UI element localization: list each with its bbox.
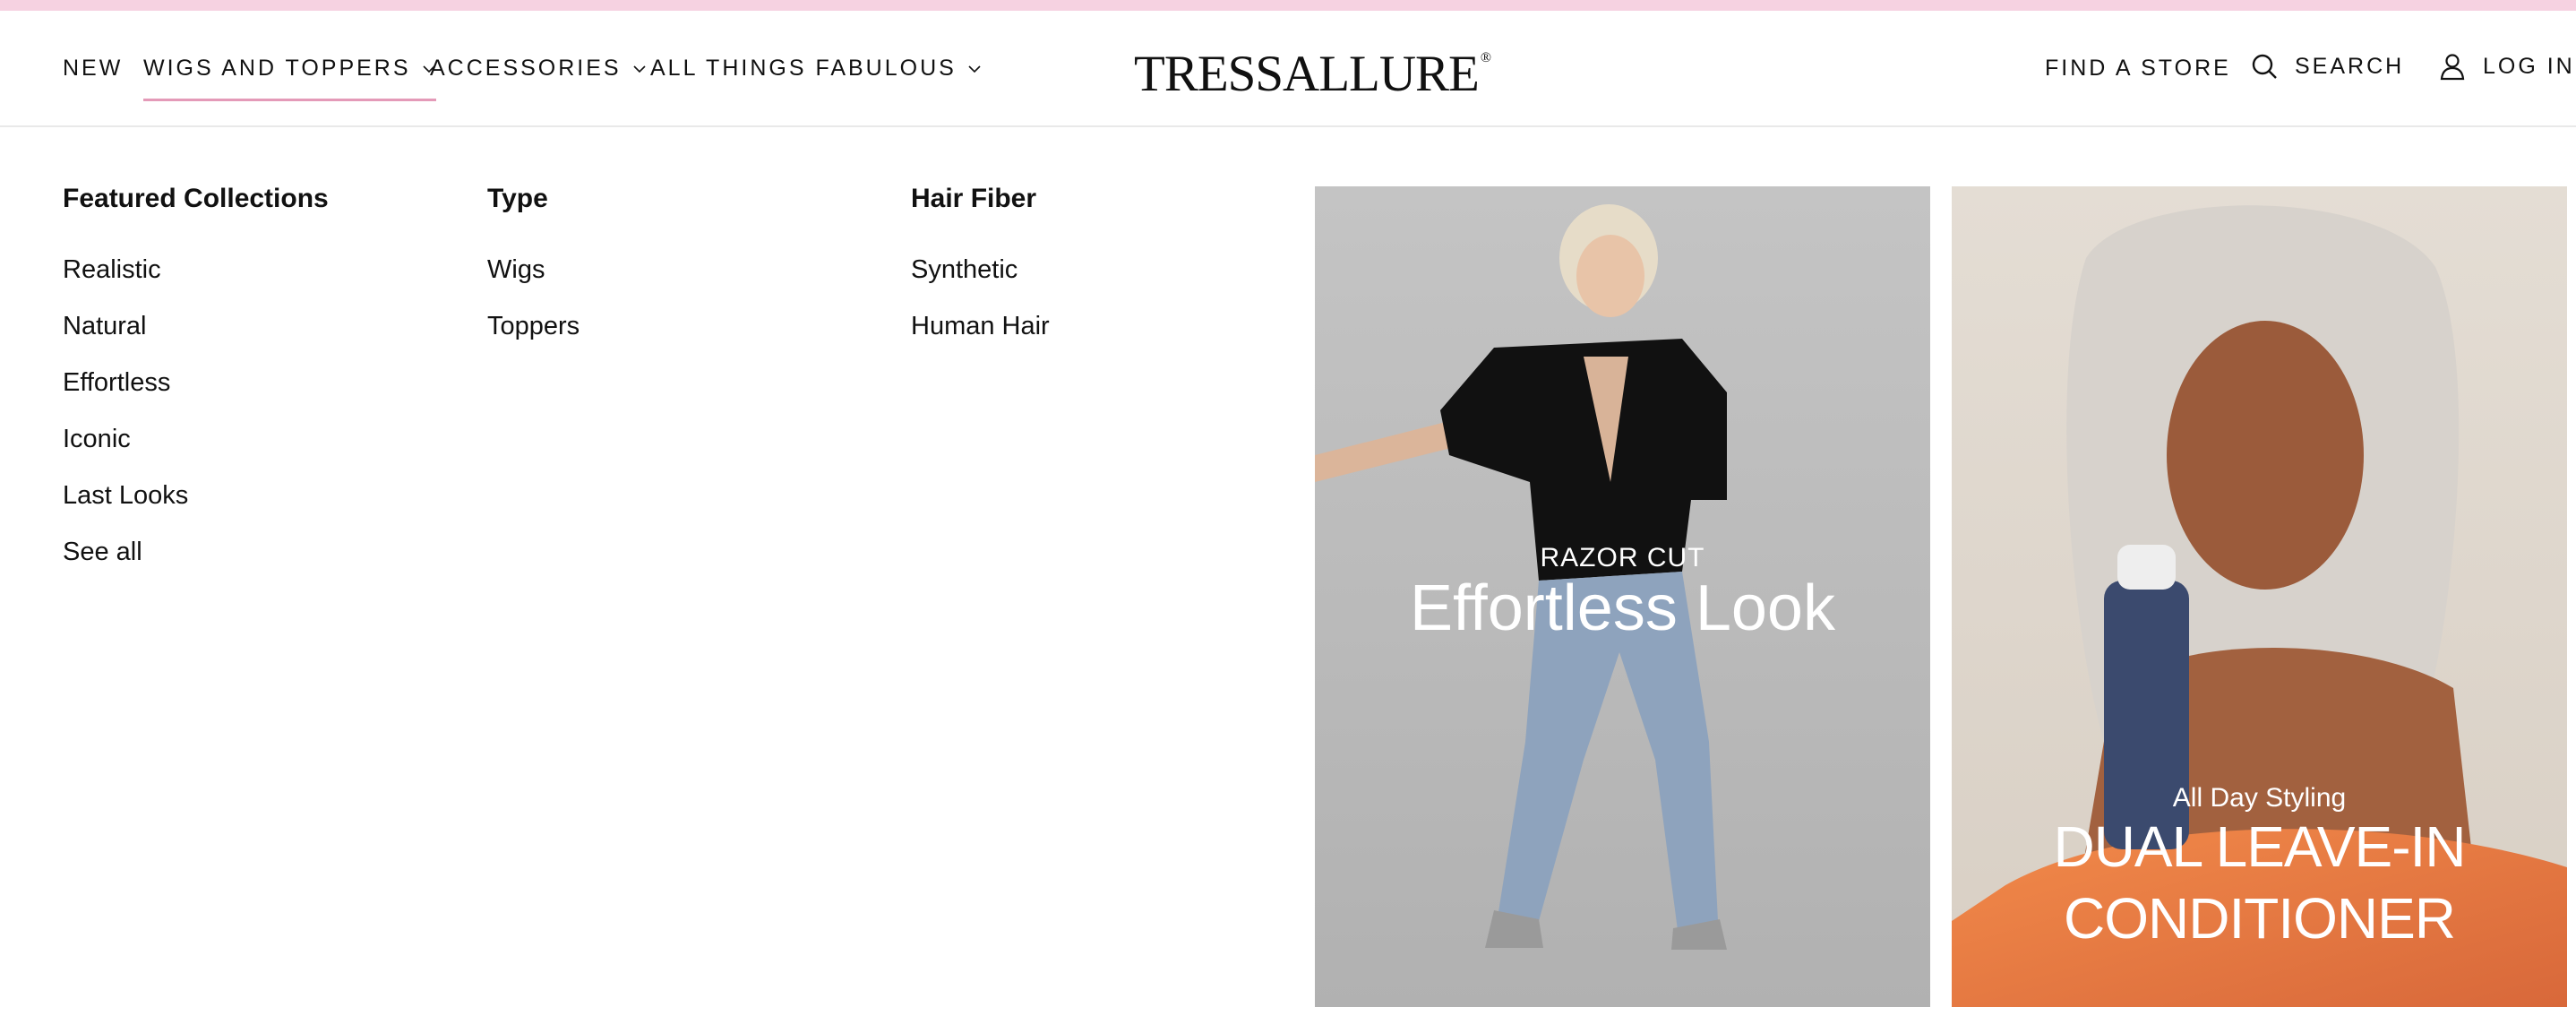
nav-item-new[interactable]: NEW [63, 56, 123, 82]
menu-link-natural[interactable]: Natural [63, 312, 147, 341]
promo-card-dual-leave-in-conditioner[interactable]: All Day Styling DUAL LEAVE-IN CONDITIONE… [1952, 186, 2567, 1007]
chevron-down-icon [968, 65, 981, 73]
nav-item-label: NEW [63, 56, 124, 81]
menu-link-synthetic[interactable]: Synthetic [911, 255, 1018, 285]
registered-mark: ® [1480, 50, 1491, 65]
menu-link-see-all[interactable]: See all [63, 538, 142, 567]
promo-headline-line2: CONDITIONER [2064, 886, 2456, 951]
user-icon [2440, 54, 2465, 81]
logo-text: TRESSALLURE [1134, 46, 1480, 102]
promo-color-strip [0, 0, 2576, 11]
site-header: NEW WIGS AND TOPPERS ACCESSORIES ALL THI… [0, 11, 2576, 127]
search-icon [2252, 54, 2277, 79]
menu-link-human-hair[interactable]: Human Hair [911, 312, 1050, 341]
promo-eyebrow: All Day Styling [2172, 783, 2347, 813]
column-title-hair-fiber: Hair Fiber [911, 184, 1037, 213]
find-store-label: FIND A STORE [2045, 56, 2231, 81]
find-store-link[interactable]: FIND A STORE [2045, 56, 2231, 82]
menu-link-realistic[interactable]: Realistic [63, 255, 161, 285]
login-label: LOG IN [2483, 53, 2575, 79]
nav-item-label: WIGS AND TOPPERS [143, 56, 411, 81]
menu-link-iconic[interactable]: Iconic [63, 425, 131, 454]
nav-item-label: ALL THINGS FABULOUS [650, 56, 957, 81]
menu-link-toppers[interactable]: Toppers [487, 312, 580, 341]
menu-link-last-looks[interactable]: Last Looks [63, 481, 188, 511]
menu-link-effortless[interactable]: Effortless [63, 368, 170, 398]
nav-item-wigs-and-toppers[interactable]: WIGS AND TOPPERS [143, 56, 436, 101]
column-title-featured-collections: Featured Collections [63, 184, 329, 213]
search-button[interactable]: SEARCH [2250, 52, 2404, 81]
search-label: SEARCH [2295, 53, 2405, 79]
promo-headline: Effortless Look [1410, 573, 1835, 644]
menu-link-wigs[interactable]: Wigs [487, 255, 545, 285]
nav-item-all-things-fabulous[interactable]: ALL THINGS FABULOUS [650, 56, 982, 82]
nav-item-accessories[interactable]: ACCESSORIES [430, 56, 647, 82]
promo-product-image [1952, 186, 2567, 1007]
promo-headline-line1: DUAL LEAVE-IN [2053, 814, 2466, 879]
chevron-down-icon [633, 65, 646, 73]
promo-eyebrow: RAZOR CUT [1540, 543, 1705, 573]
column-title-type: Type [487, 184, 548, 213]
login-button[interactable]: LOG IN [2438, 52, 2575, 81]
brand-logo[interactable]: TRESSALLURE ® [1134, 45, 1491, 103]
promo-card-effortless-look[interactable]: RAZOR CUT Effortless Look [1315, 186, 1930, 1007]
nav-item-label: ACCESSORIES [430, 56, 622, 81]
